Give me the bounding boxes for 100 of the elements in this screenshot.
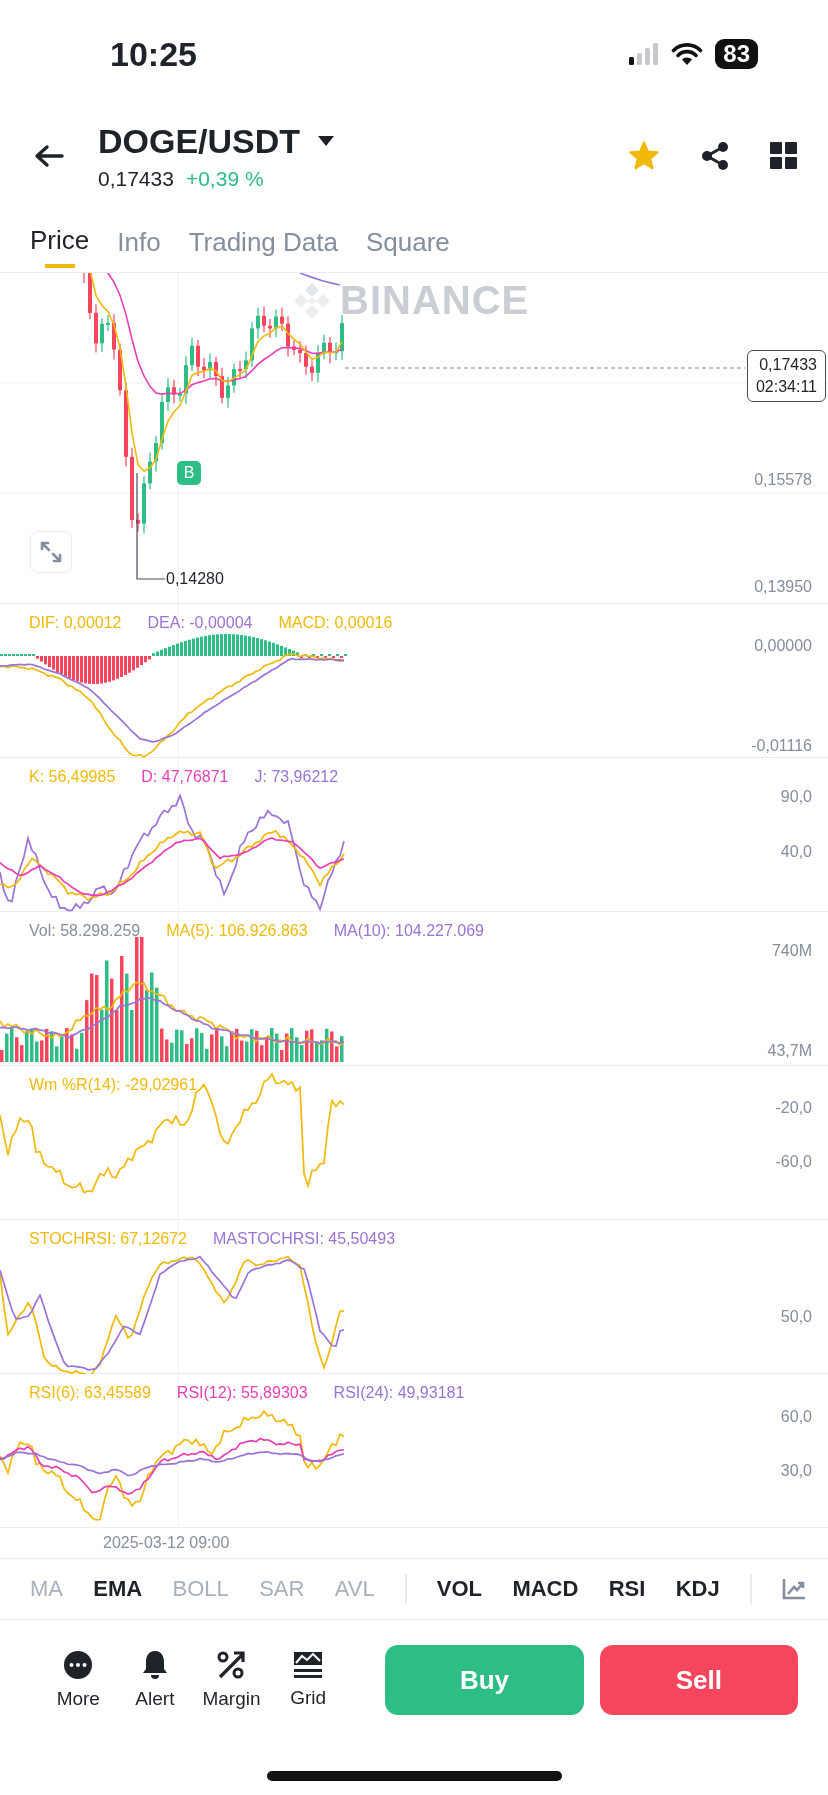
countdown-timer: 02:34:11 — [755, 377, 817, 397]
axis-label: 0,13950 — [754, 578, 812, 596]
candlestick — [232, 362, 236, 394]
candlestick — [304, 344, 308, 376]
caret-icon[interactable] — [318, 136, 335, 146]
indicator-value: J: 73,96212 — [254, 768, 339, 786]
axis-label: -20,0 — [775, 1099, 812, 1117]
last-price: 0,17433 — [98, 166, 174, 191]
indicator-value: Vol: 58.298.259 — [29, 922, 141, 940]
candlestick — [292, 339, 296, 356]
candlestick — [154, 435, 158, 473]
candlestick — [244, 350, 248, 380]
candlestick — [328, 336, 332, 364]
price-change: +0,39 % — [185, 166, 264, 191]
candlestick — [322, 334, 326, 361]
margin-action[interactable]: Margin — [193, 1650, 270, 1710]
candlestick — [196, 339, 200, 377]
candlestick — [310, 359, 314, 382]
candlestick — [106, 314, 110, 332]
candlestick — [208, 352, 212, 379]
indicator-value: RSI(6): 63,45589 — [29, 1384, 151, 1402]
percent-arrow-icon — [216, 1650, 247, 1680]
candlestick — [226, 376, 230, 409]
low-price-label: 0,14280 — [166, 570, 224, 588]
candlestick — [178, 387, 182, 403]
axis-label: 0,15578 — [754, 471, 812, 489]
candlestick — [274, 308, 278, 338]
grid-trading-icon — [293, 1651, 324, 1679]
expand-icon — [39, 540, 63, 564]
indicator-tab[interactable]: RSI — [608, 1576, 646, 1602]
indicator-value: DIF: 0,00012 — [29, 614, 122, 632]
candlestick — [160, 394, 164, 451]
grid-action[interactable]: Grid — [269, 1651, 347, 1709]
indicator-tab[interactable]: VOL — [436, 1576, 483, 1602]
indicator-value: MASTOCHRSI: 45,50493 — [213, 1230, 396, 1248]
wifi-icon — [671, 42, 704, 66]
logo-icon — [292, 280, 332, 321]
axis-label: 50,0 — [780, 1308, 812, 1326]
indicator-value: RSI(24): 49,93181 — [333, 1384, 465, 1402]
candlestick — [238, 360, 242, 379]
indicator-value: DEA: -0,00004 — [147, 614, 253, 632]
indicator-value: MA(10): 104.227.069 — [333, 922, 484, 940]
candlestick — [286, 315, 290, 357]
axis-label: 40,0 — [780, 843, 812, 861]
more-icon — [63, 1650, 94, 1680]
candlestick — [136, 512, 140, 533]
time-axis-label: 2025-03-12 09:00 — [103, 1534, 230, 1552]
indicator-value: RSI(12): 55,89303 — [176, 1384, 308, 1402]
bell-icon — [140, 1650, 169, 1680]
candlestick — [256, 307, 260, 340]
candlestick — [220, 367, 224, 404]
battery-level: 83 — [715, 39, 758, 69]
candlestick — [340, 314, 344, 361]
candlestick — [316, 344, 320, 383]
candlestick — [298, 340, 302, 364]
candlestick — [280, 307, 284, 332]
candlestick — [88, 273, 92, 320]
back-arrow-icon[interactable] — [34, 144, 64, 168]
signal-icon — [629, 43, 660, 65]
candlestick — [94, 303, 98, 354]
alert-action[interactable]: Alert — [116, 1650, 194, 1710]
indicator-value: K: 56,49985 — [29, 768, 116, 786]
candlestick — [166, 377, 170, 412]
indicator-tab[interactable]: EMA — [93, 1576, 143, 1602]
candlestick — [202, 357, 206, 380]
axis-label: -60,0 — [775, 1153, 812, 1171]
indicator-tab[interactable]: MACD — [512, 1576, 579, 1602]
candlestick — [268, 318, 272, 339]
sell-button[interactable]: Sell — [599, 1645, 798, 1715]
pair-title[interactable]: DOGE/USDT — [98, 121, 301, 161]
indicator-tab[interactable]: KDJ — [675, 1576, 720, 1602]
chart-settings-icon[interactable] — [781, 1578, 806, 1600]
axis-label: 43,7M — [767, 1042, 812, 1060]
indicator-value: Wm %R(14): -29,02961 — [29, 1076, 198, 1094]
indicator-value: STOCHRSI: 67,12672 — [29, 1230, 187, 1248]
candlestick — [250, 321, 254, 368]
candlestick — [214, 356, 218, 387]
axis-label: 740M — [771, 942, 812, 960]
share-icon[interactable] — [700, 141, 730, 171]
candlestick — [148, 451, 152, 490]
candlestick — [100, 317, 104, 353]
grid-layout-icon[interactable] — [770, 142, 798, 170]
axis-label: 0,00000 — [754, 637, 812, 655]
candlestick — [334, 341, 338, 361]
indicator-value: MACD: 0,00016 — [278, 614, 393, 632]
star-icon[interactable] — [628, 141, 660, 171]
axis-label: -0,01116 — [751, 737, 812, 755]
candlestick — [190, 337, 194, 372]
candlestick — [262, 306, 266, 333]
candlestick — [172, 379, 176, 405]
status-time: 10:25 — [110, 34, 197, 74]
axis-label: 90,0 — [780, 788, 812, 806]
indicator-value: D: 47,76871 — [141, 768, 229, 786]
expand-button[interactable] — [30, 531, 72, 573]
axis-label: 30,0 — [780, 1462, 812, 1480]
more-action[interactable]: More — [40, 1650, 117, 1710]
candlestick — [142, 475, 146, 534]
indicator-value: MA(5): 106.926.863 — [166, 922, 308, 940]
candlestick — [83, 273, 85, 284]
candlestick — [118, 342, 122, 397]
